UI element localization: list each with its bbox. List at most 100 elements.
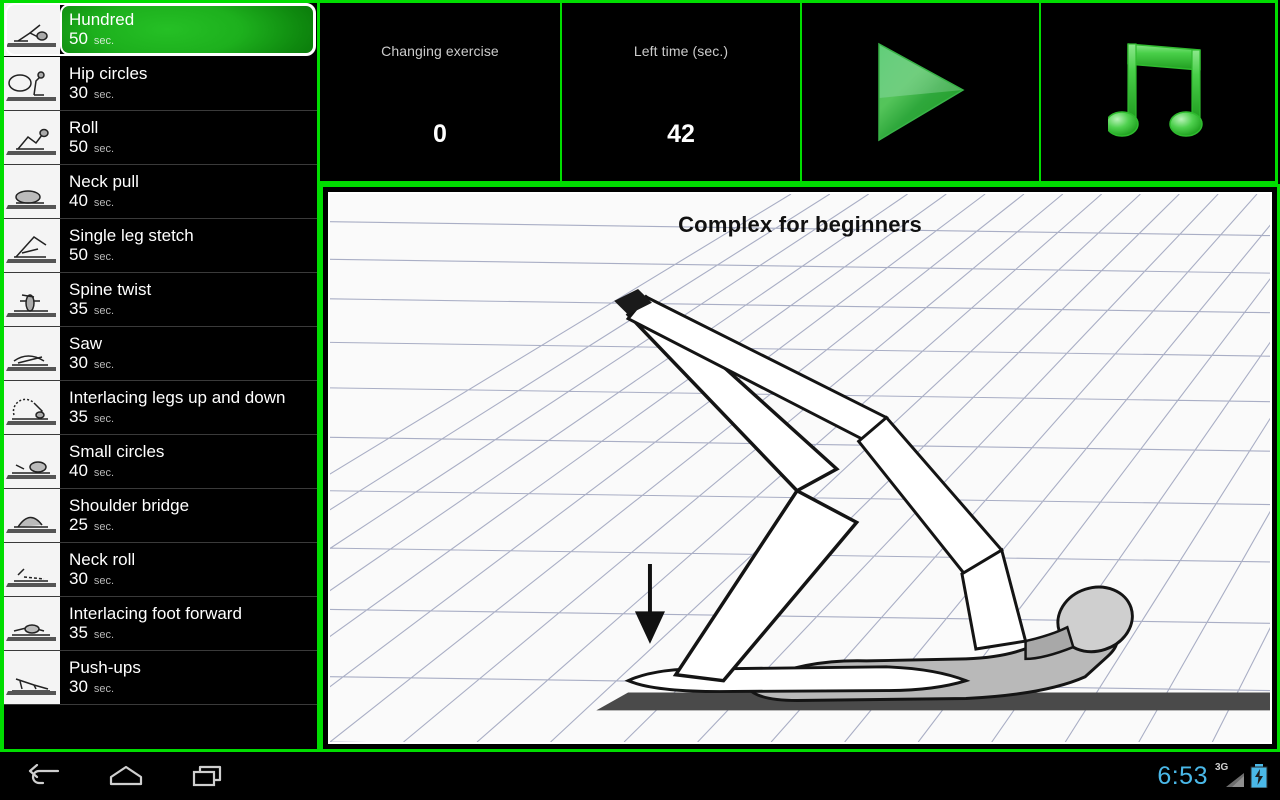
left-time-panel: Left time (sec.) 42 <box>560 0 800 184</box>
exercise-list-item[interactable]: Small circles 40 sec. <box>4 435 317 489</box>
exercise-duration-value: 35 <box>69 298 88 318</box>
exercise-name: Interlacing foot forward <box>69 603 242 623</box>
battery-charging-icon <box>1250 764 1268 788</box>
exercise-duration-unit: sec. <box>93 304 115 317</box>
pilates-app-window: Hundred 50 sec. Hip circles 30 sec. Roll 50 sec.… <box>0 0 1280 800</box>
exercise-list-item-selected[interactable]: Hundred 50 sec. <box>4 3 317 57</box>
exercise-name: Interlacing legs up and down <box>69 387 286 407</box>
exercise-duration-unit: sec. <box>93 682 115 695</box>
exercise-list-item[interactable]: Saw 30 sec. <box>4 327 317 381</box>
play-icon <box>877 42 965 142</box>
page-title: Complex for beginners <box>678 212 922 237</box>
exercise-info: Interlacing legs up and down 35 sec. <box>60 381 317 434</box>
left-time-label: Left time (sec.) <box>633 43 729 59</box>
exercise-duration: 30 sec. <box>69 82 317 104</box>
exercise-duration-unit: sec. <box>93 250 115 263</box>
changing-exercise-label: Changing exercise <box>381 43 499 59</box>
clock: 6:53 <box>1157 761 1208 790</box>
exercise-list-sidebar[interactable]: Hundred 50 sec. Hip circles 30 sec. Roll 50 sec.… <box>0 0 320 752</box>
exercise-list-item[interactable]: Shoulder bridge 25 sec. <box>4 489 317 543</box>
signal-3g-icon: 3G <box>1215 762 1244 789</box>
exercise-info: Saw 30 sec. <box>60 327 317 380</box>
exercise-thumbnail-interlacing-legs <box>4 381 60 434</box>
exercise-list-item[interactable]: Roll 50 sec. <box>4 111 317 165</box>
exercise-name: Hundred <box>69 9 135 29</box>
exercise-duration: 25 sec. <box>69 514 317 536</box>
exercise-duration: 50 sec. <box>69 244 317 266</box>
exercise-list: Hundred 50 sec. Hip circles 30 sec. Roll 50 sec.… <box>4 3 317 705</box>
exercise-info: Single leg stetch 50 sec. <box>60 219 317 272</box>
exercise-duration-value: 30 <box>69 352 88 372</box>
exercise-thumbnail-hip-circles <box>4 57 60 110</box>
exercise-thumbnail-small-circles <box>4 435 60 488</box>
status-indicators: 6:53 3G <box>1157 762 1280 791</box>
exercise-duration-value: 30 <box>69 676 88 696</box>
exercise-duration-unit: sec. <box>93 142 115 155</box>
recent-apps-icon[interactable] <box>188 760 228 792</box>
exercise-duration-unit: sec. <box>93 412 115 425</box>
exercise-info: Neck roll 30 sec. <box>60 543 317 596</box>
music-button[interactable] <box>1039 0 1278 184</box>
exercise-duration-value: 25 <box>69 514 88 534</box>
exercise-duration-unit: sec. <box>93 196 115 209</box>
exercise-info: Roll 50 sec. <box>60 111 317 164</box>
exercise-illustration-panel[interactable]: Complex for beginners <box>320 184 1280 752</box>
exercise-list-item[interactable]: Interlacing legs up and down 35 sec. <box>4 381 317 435</box>
exercise-thumbnail-spine-twist <box>4 273 60 326</box>
exercise-thumbnail-roll <box>4 111 60 164</box>
exercise-list-item[interactable]: Push-ups 30 sec. <box>4 651 317 705</box>
system-navigation-bar: 6:53 3G <box>0 752 1280 800</box>
exercise-info: Spine twist 35 sec. <box>60 273 317 326</box>
exercise-list-item[interactable]: Hip circles 30 sec. <box>4 57 317 111</box>
exercise-duration-unit: sec. <box>93 88 115 101</box>
changing-exercise-panel: Changing exercise 0 <box>320 0 560 184</box>
exercise-thumbnail-interlacing-foot <box>4 597 60 650</box>
exercise-duration-value: 40 <box>69 190 88 210</box>
top-status-bar: Changing exercise 0 Left time (sec.) 42 <box>320 0 1280 184</box>
exercise-name: Neck roll <box>69 549 136 569</box>
home-icon[interactable] <box>106 760 146 792</box>
exercise-info: Small circles 40 sec. <box>60 435 317 488</box>
exercise-list-item[interactable]: Interlacing foot forward 35 sec. <box>4 597 317 651</box>
exercise-info: Shoulder bridge 25 sec. <box>60 489 317 542</box>
exercise-thumbnail-neck-roll <box>4 543 60 596</box>
exercise-duration-value: 30 <box>69 568 88 588</box>
exercise-list-item[interactable]: Spine twist 35 sec. <box>4 273 317 327</box>
exercise-duration-unit: sec. <box>93 358 115 371</box>
exercise-name: Saw <box>69 333 103 353</box>
exercise-name: Single leg stetch <box>69 225 194 245</box>
exercise-duration-unit: sec. <box>93 34 115 47</box>
exercise-duration: 35 sec. <box>69 622 317 644</box>
exercise-duration-value: 35 <box>69 622 88 642</box>
exercise-thumbnail-saw <box>4 327 60 380</box>
changing-exercise-value: 0 <box>433 120 447 148</box>
exercise-duration-value: 35 <box>69 406 88 426</box>
exercise-name: Small circles <box>69 441 165 461</box>
exercise-list-item[interactable]: Single leg stetch 50 sec. <box>4 219 317 273</box>
exercise-info: Interlacing foot forward 35 sec. <box>60 597 317 650</box>
exercise-duration: 30 sec. <box>69 568 317 590</box>
exercise-name: Push-ups <box>69 657 141 677</box>
back-icon[interactable] <box>24 760 64 792</box>
play-button[interactable] <box>800 0 1039 184</box>
exercise-duration-value: 50 <box>69 28 88 48</box>
exercise-thumbnail-push-ups <box>4 651 60 704</box>
exercise-duration: 30 sec. <box>69 352 317 374</box>
exercise-info: Hip circles 30 sec. <box>60 57 317 110</box>
exercise-duration: 50 sec. <box>69 28 317 50</box>
exercise-duration-value: 50 <box>69 244 88 264</box>
exercise-duration-unit: sec. <box>93 628 115 641</box>
exercise-duration: 40 sec. <box>69 461 317 482</box>
exercise-list-item[interactable]: Neck roll 30 sec. <box>4 543 317 597</box>
exercise-thumbnail-neck-pull <box>4 165 60 218</box>
exercise-name: Neck pull <box>69 171 139 191</box>
exercise-duration-unit: sec. <box>93 466 115 479</box>
exercise-thumbnail-single-leg-stretch <box>4 219 60 272</box>
exercise-name: Hip circles <box>69 63 148 83</box>
exercise-duration-value: 30 <box>69 82 88 102</box>
exercise-name: Roll <box>69 117 99 137</box>
exercise-list-item[interactable]: Neck pull 40 sec. <box>4 165 317 219</box>
exercise-name: Shoulder bridge <box>69 495 190 515</box>
exercise-name: Spine twist <box>69 279 152 299</box>
exercise-duration-unit: sec. <box>93 520 115 533</box>
